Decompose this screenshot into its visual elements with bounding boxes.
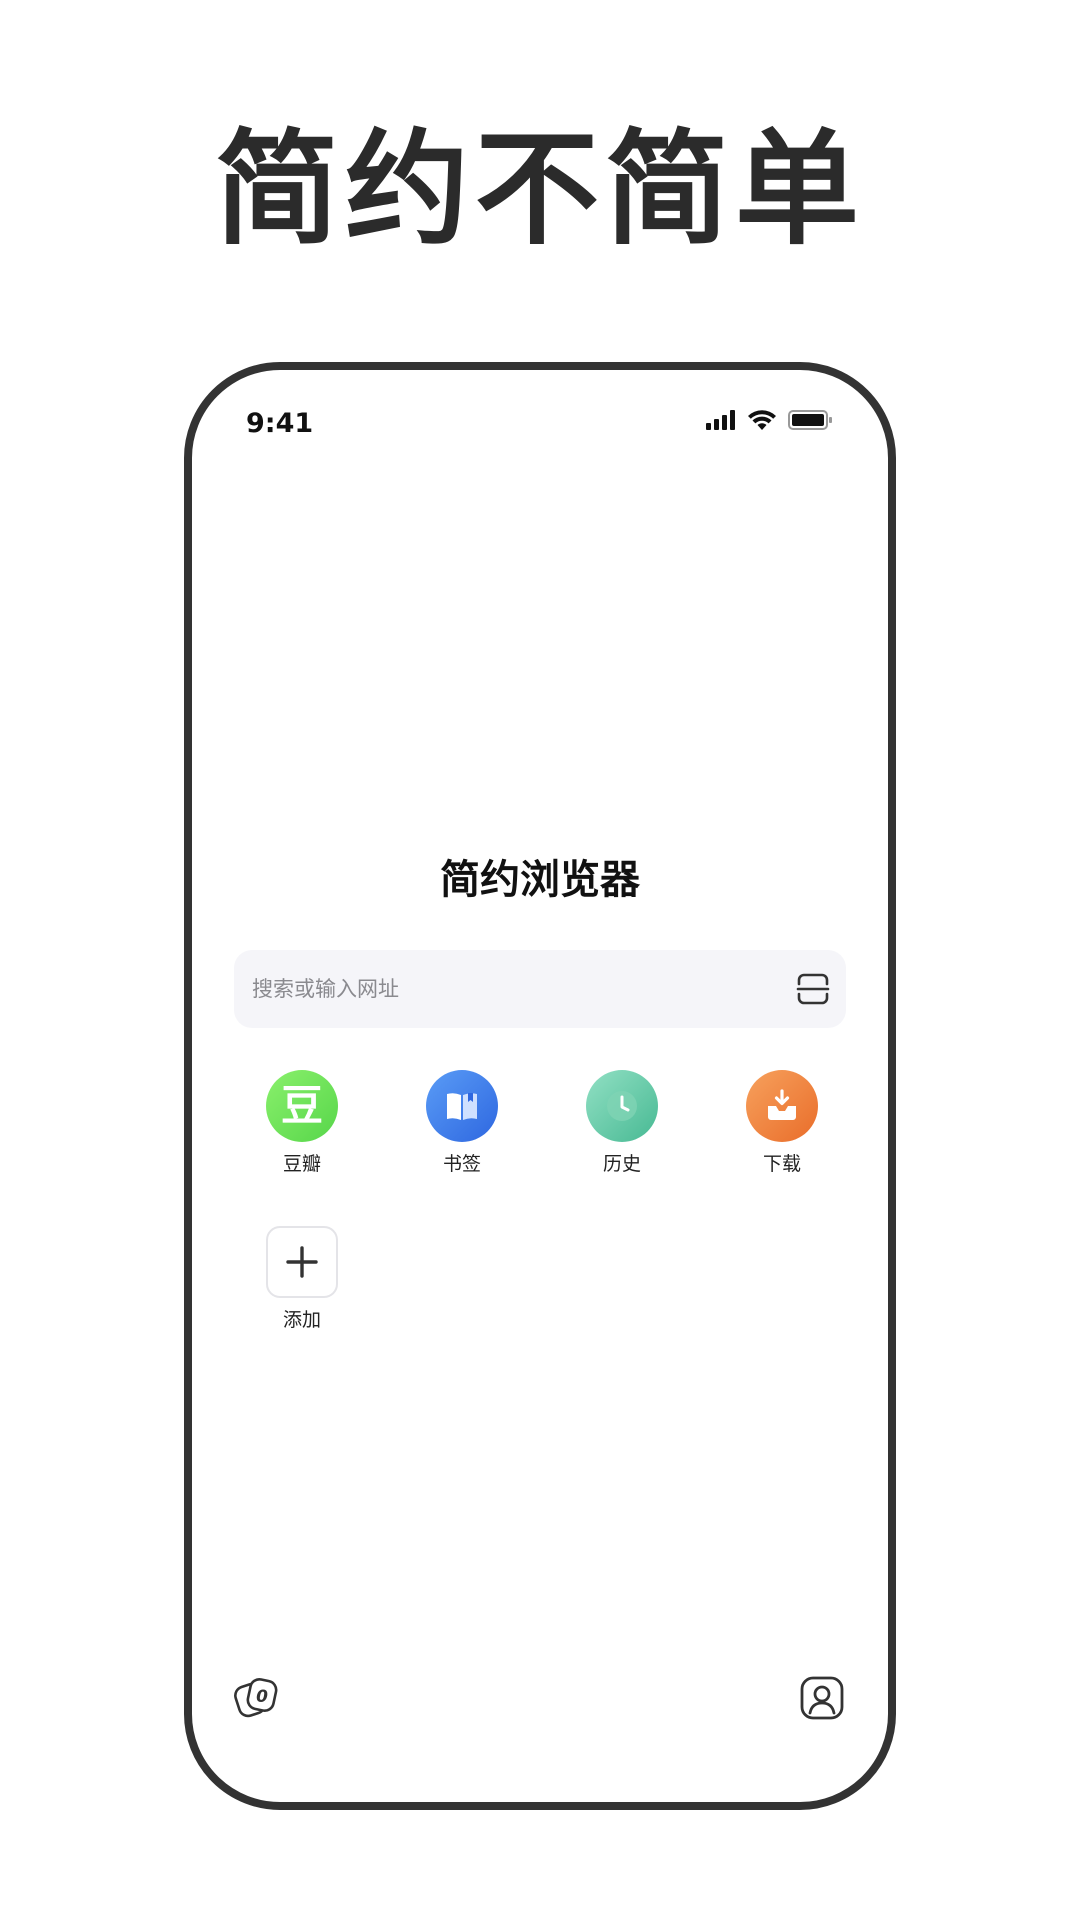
shortcut-downloads[interactable]: 下载 bbox=[722, 1070, 842, 1174]
shortcut-label: 添加 bbox=[282, 1309, 321, 1331]
search-input[interactable]: 搜索或输入网址 bbox=[252, 978, 399, 1000]
add-shortcut-button[interactable] bbox=[266, 1226, 338, 1298]
battery-icon bbox=[788, 410, 832, 430]
profile-button[interactable] bbox=[794, 1670, 850, 1726]
shortcut-label: 书签 bbox=[442, 1153, 481, 1175]
download-icon bbox=[746, 1070, 818, 1142]
plus-icon bbox=[286, 1246, 318, 1278]
shortcut-bookmarks[interactable]: 书签 bbox=[402, 1070, 522, 1174]
tabs-icon: 0 bbox=[234, 1677, 278, 1718]
scan-button[interactable] bbox=[794, 970, 832, 1008]
shortcut-grid: 豆 豆瓣 书签 历史 下载 添加 bbox=[192, 1070, 888, 1370]
clock-icon bbox=[607, 1091, 637, 1121]
search-bar[interactable]: 搜索或输入网址 bbox=[234, 950, 846, 1028]
phone-frame: 9:41 简约浏览器 搜索或输入网址 豆 豆瓣 书签 历史 下载 添加 0 bbox=[184, 362, 896, 1810]
bookmark-icon bbox=[426, 1070, 498, 1142]
promo-headline: 简约不简单 bbox=[214, 118, 865, 262]
scan-icon bbox=[796, 973, 830, 1005]
open-book-icon bbox=[447, 1093, 477, 1120]
profile-icon bbox=[800, 1676, 844, 1720]
shortcut-history[interactable]: 历史 bbox=[562, 1070, 682, 1174]
signal-icon bbox=[706, 410, 735, 430]
douban-icon: 豆 bbox=[266, 1070, 338, 1142]
shortcut-label: 历史 bbox=[602, 1153, 641, 1175]
history-clock-icon bbox=[586, 1070, 658, 1142]
tabs-count: 0 bbox=[256, 1687, 268, 1707]
download-tray-icon bbox=[768, 1089, 796, 1120]
shortcut-douban[interactable]: 豆 豆瓣 bbox=[242, 1070, 362, 1174]
tabs-button[interactable]: 0 bbox=[230, 1670, 286, 1726]
douban-glyph: 豆 bbox=[280, 1081, 323, 1130]
status-time: 9:41 bbox=[246, 408, 314, 439]
app-title: 简约浏览器 bbox=[440, 857, 640, 903]
shortcut-add[interactable]: 添加 bbox=[242, 1226, 362, 1330]
status-icons bbox=[706, 410, 832, 430]
promo-page: 简约不简单 9:41 简约浏览器 搜索或输入网址 豆 豆瓣 书签 历史 下载 添… bbox=[0, 0, 1080, 1920]
status-bar: 9:41 bbox=[192, 370, 888, 450]
shortcut-label: 豆瓣 bbox=[282, 1153, 321, 1175]
shortcut-label: 下载 bbox=[762, 1153, 801, 1175]
wifi-icon bbox=[748, 410, 776, 430]
